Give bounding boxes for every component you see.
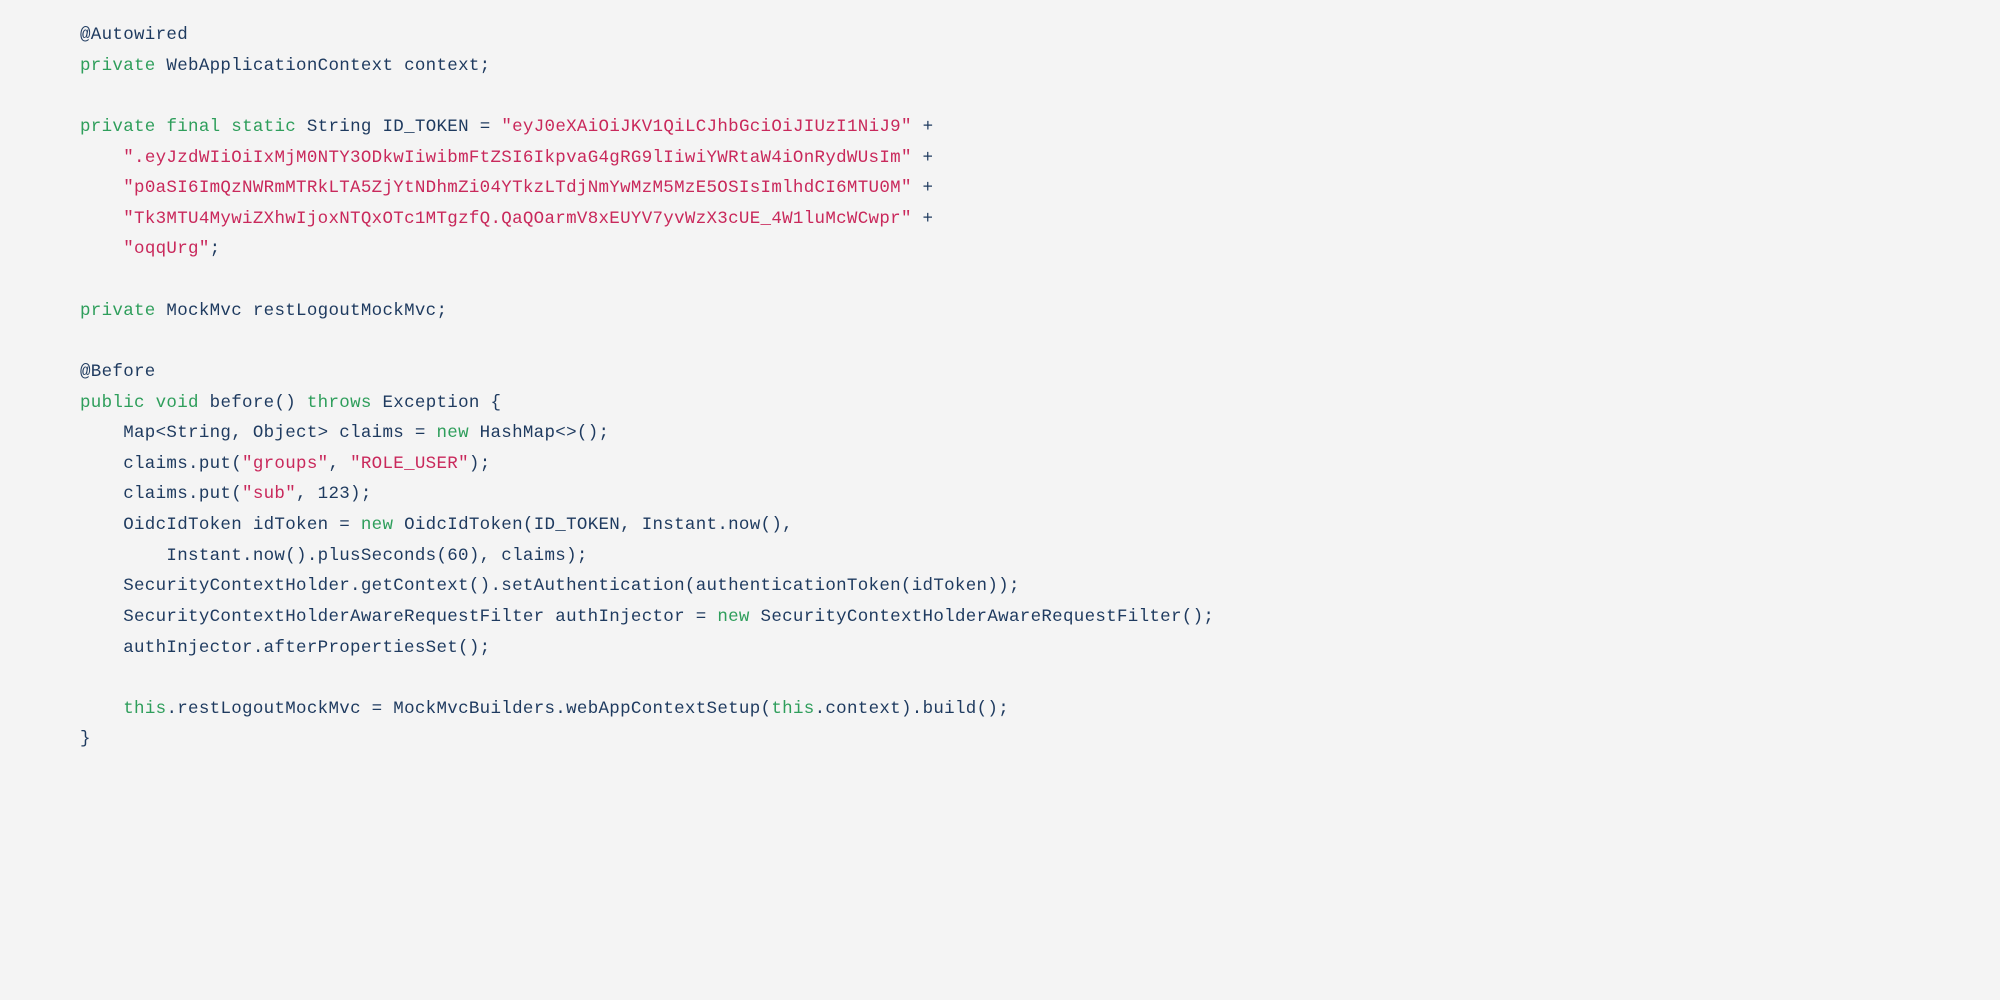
code-line: this.restLogoutMockMvc = MockMvcBuilders… — [80, 699, 1009, 719]
code-line: SecurityContextHolder.getContext().setAu… — [80, 576, 1020, 596]
code-line: private final static String ID_TOKEN = "… — [80, 117, 933, 137]
code-line: claims.put("groups", "ROLE_USER"); — [80, 454, 491, 474]
code-line: public void before() throws Exception { — [80, 393, 501, 413]
code-line: claims.put("sub", 123); — [80, 484, 372, 504]
code-line: private WebApplicationContext context; — [80, 56, 490, 76]
code-line: Instant.now().plusSeconds(60), claims); — [80, 546, 588, 566]
code-line: Map<String, Object> claims = new HashMap… — [80, 423, 609, 443]
code-line: private MockMvc restLogoutMockMvc; — [80, 301, 447, 321]
code-line: @Autowired — [80, 25, 188, 45]
code-block: @Autowired private WebApplicationContext… — [80, 20, 2000, 755]
code-line: SecurityContextHolderAwareRequestFilter … — [80, 607, 1214, 627]
code-line: } — [80, 729, 91, 749]
code-line: @Before — [80, 362, 156, 382]
code-line: "Tk3MTU4MywiZXhwIjoxNTQxOTc1MTgzfQ.QaQOa… — [80, 209, 933, 229]
code-line: OidcIdToken idToken = new OidcIdToken(ID… — [80, 515, 793, 535]
code-line: ".eyJzdWIiOiIxMjM0NTY3ODkwIiwibmFtZSI6Ik… — [80, 148, 933, 168]
code-line: authInjector.afterPropertiesSet(); — [80, 638, 490, 658]
code-line: "p0aSI6ImQzNWRmMTRkLTA5ZjYtNDhmZi04YTkzL… — [80, 178, 933, 198]
code-line: "oqqUrg"; — [80, 239, 220, 259]
